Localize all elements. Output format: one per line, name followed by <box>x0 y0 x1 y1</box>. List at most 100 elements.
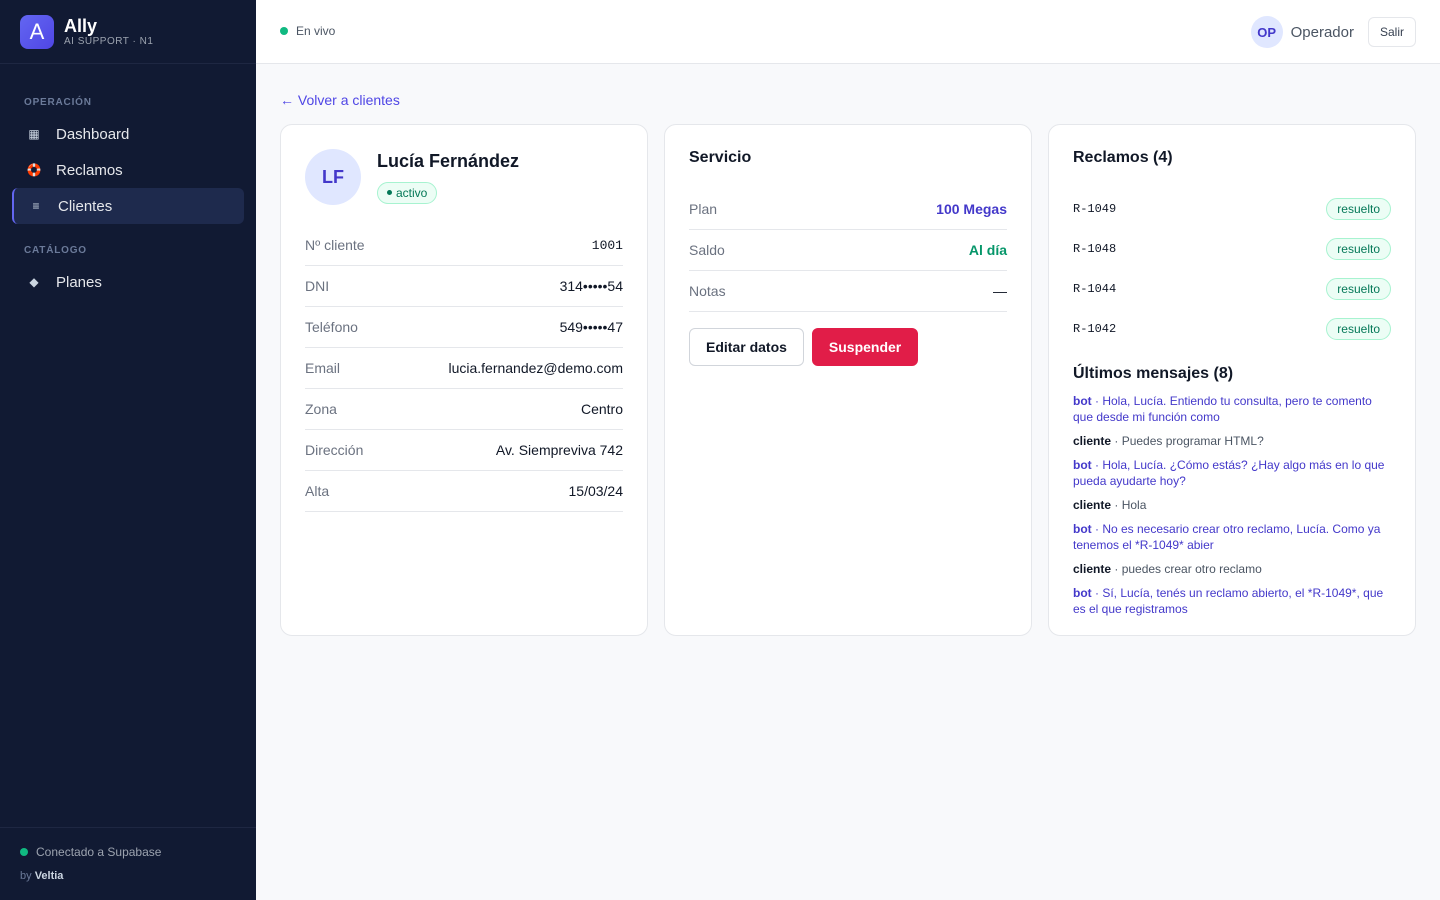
live-label: En vivo <box>296 24 336 38</box>
sidebar-item-clientes[interactable]: ≡ Clientes <box>12 188 244 224</box>
messages-list: bot · Hola, Lucía. Entiendo tu consulta,… <box>1073 393 1391 617</box>
logout-button[interactable]: Salir <box>1367 17 1416 47</box>
suspend-button[interactable]: Suspender <box>811 328 919 366</box>
service-row-notas: Notas — <box>689 271 1007 312</box>
status-badge: resuelto <box>1326 198 1391 220</box>
status-badge: resuelto <box>1326 318 1391 340</box>
field-label: Plan <box>689 201 718 217</box>
edit-button[interactable]: Editar datos <box>689 328 804 366</box>
service-actions: Editar datos Suspender <box>689 328 1007 366</box>
list-item[interactable]: R-1044 resuelto <box>1073 269 1391 309</box>
sidebar-item-planes[interactable]: ◆ Planes <box>12 264 244 300</box>
field-value: 314•••••54 <box>559 278 623 294</box>
field-row: Nº cliente 1001 <box>305 225 623 266</box>
live-indicator: En vivo <box>280 24 335 38</box>
claim-id: R-1048 <box>1073 242 1117 256</box>
message-text: Puedes programar HTML? <box>1121 434 1264 448</box>
claim-id: R-1049 <box>1073 202 1117 216</box>
user-name: Operador <box>1290 23 1354 41</box>
brand[interactable]: A Ally AI SUPPORT · N1 <box>0 0 256 64</box>
list-icon: ≡ <box>32 199 40 213</box>
field-row: Email lucia.fernandez@demo.com <box>305 348 623 389</box>
topbar: En vivo OP Operador Salir <box>256 0 1440 64</box>
claim-id: R-1042 <box>1073 322 1117 336</box>
message-text: Sí, Lucía, tenés un reclamo abierto, el … <box>1073 586 1384 616</box>
sidebar-item-label: Clientes <box>58 197 113 215</box>
message-item: bot · Hola, Lucía. ¿Cómo estás? ¿Hay alg… <box>1073 458 1385 488</box>
field-label: Saldo <box>689 242 725 258</box>
field-label: DNI <box>305 278 330 294</box>
user-menu: OP Operador Salir <box>1250 16 1416 48</box>
message-item: bot · No es necesario crear otro reclamo… <box>1073 522 1381 552</box>
field-label: Zona <box>305 401 337 417</box>
brand-name: Ally <box>64 15 98 36</box>
field-label: Nº cliente <box>305 237 365 253</box>
list-item[interactable]: R-1048 resuelto <box>1073 229 1391 269</box>
message-text: Hola, Lucía. Entiendo tu consulta, pero … <box>1073 394 1372 424</box>
connection-label: Conectado a Supabase <box>36 845 162 859</box>
field-value: lucia.fernandez@demo.com <box>448 360 623 376</box>
message-sender: bot <box>1073 394 1092 408</box>
message-sender: cliente <box>1073 498 1112 512</box>
diamond-icon: ◆ <box>29 275 39 289</box>
field-value: 15/03/24 <box>568 483 624 499</box>
messages-title: Últimos mensajes (8) <box>1073 365 1234 382</box>
nav-section-catalogo: CATÁLOGO <box>24 245 87 256</box>
balance-value: Al día <box>968 242 1007 258</box>
credits: by Veltia <box>20 870 236 882</box>
credits-prefix: by <box>20 870 32 882</box>
service-fields: Plan 100 Megas Saldo Al día Notas — <box>689 189 1007 312</box>
message-sender: cliente <box>1073 434 1112 448</box>
message-sender: bot <box>1073 458 1092 472</box>
brand-logo-icon: A <box>20 14 54 49</box>
field-label: Dirección <box>305 442 364 458</box>
field-value: Av. Siempreviva 742 <box>495 442 623 458</box>
field-label: Notas <box>689 283 726 299</box>
status-label: activo <box>396 185 428 200</box>
message-sender: cliente <box>1073 562 1112 576</box>
claims-list: R-1049 resuelto R-1048 resuelto R-1044 r… <box>1073 189 1391 349</box>
message-item: bot · Hola, Lucía. Entiendo tu consulta,… <box>1073 394 1372 424</box>
nav-section-operacion: OPERACIÓN <box>24 97 92 108</box>
service-row-plan: Plan 100 Megas <box>689 189 1007 230</box>
field-row: Zona Centro <box>305 389 623 430</box>
status-badge: resuelto <box>1326 238 1391 260</box>
service-card: Servicio Plan 100 Megas Saldo Al día Not… <box>664 124 1032 636</box>
list-item[interactable]: R-1049 resuelto <box>1073 189 1391 229</box>
field-label: Email <box>305 360 341 376</box>
brand-subtitle: AI SUPPORT · N1 <box>64 35 154 47</box>
message-item: cliente · puedes crear otro reclamo <box>1073 562 1262 576</box>
service-title: Servicio <box>689 149 752 166</box>
claim-id: R-1044 <box>1073 282 1117 296</box>
sidebar-item-dashboard[interactable]: ▦ Dashboard <box>12 116 244 152</box>
message-item: bot · Sí, Lucía, tenés un reclamo abiert… <box>1073 586 1384 616</box>
customer-name: Lucía Fernández <box>377 150 520 171</box>
field-row: Alta 15/03/24 <box>305 471 623 512</box>
field-value: 549•••••47 <box>559 319 623 335</box>
claims-title: Reclamos (4) <box>1073 149 1173 166</box>
back-link[interactable]: ← Volver a clientes <box>280 92 400 108</box>
message-sender: bot <box>1073 586 1092 600</box>
connection-status: Conectado a Supabase <box>20 845 236 859</box>
field-value: 1001 <box>591 237 623 253</box>
field-row: DNI 314•••••54 <box>305 266 623 307</box>
list-item[interactable]: R-1042 resuelto <box>1073 309 1391 349</box>
sidebar-item-label: Planes <box>56 273 102 291</box>
customer-profile: LF Lucía Fernández activo <box>305 149 623 205</box>
sidebar: A Ally AI SUPPORT · N1 OPERACIÓN ▦ Dashb… <box>0 0 256 900</box>
message-text: Hola, Lucía. ¿Cómo estás? ¿Hay algo más … <box>1073 458 1385 488</box>
plan-value: 100 Megas <box>936 201 1007 217</box>
customer-avatar: LF <box>305 149 361 205</box>
sidebar-footer: Conectado a Supabase by Veltia <box>0 827 256 882</box>
credits-name: Veltia <box>34 870 64 882</box>
status-badge: activo <box>377 181 438 204</box>
sidebar-item-label: Dashboard <box>56 125 130 143</box>
grid-icon: ▦ <box>28 127 40 141</box>
status-dot-icon <box>387 190 392 195</box>
sidebar-item-reclamos[interactable]: 🛟 Reclamos <box>12 152 244 188</box>
message-text: No es necesario crear otro reclamo, Lucí… <box>1073 522 1381 552</box>
message-item: cliente · Puedes programar HTML? <box>1073 434 1264 448</box>
message-item: cliente · Hola <box>1073 498 1147 512</box>
avatar[interactable]: OP <box>1250 16 1283 48</box>
sidebar-item-label: Reclamos <box>56 161 123 179</box>
